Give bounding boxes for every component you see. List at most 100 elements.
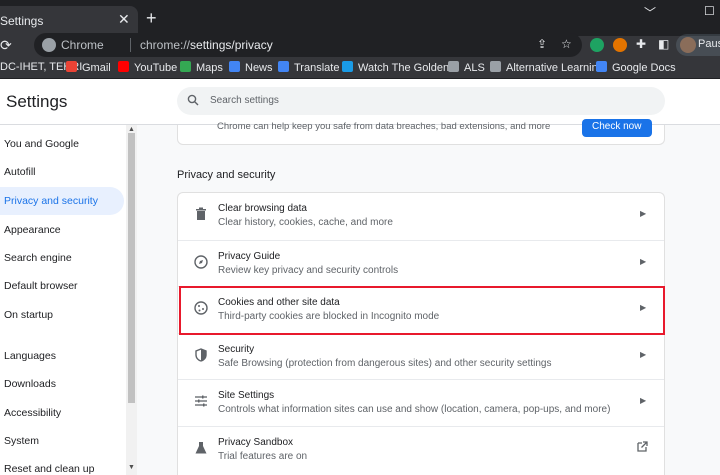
bookmark-icon — [342, 61, 353, 72]
settings-page: Settings Search settings You and Google A… — [0, 80, 720, 475]
bookmark-label: Google Docs — [612, 62, 676, 74]
section-title: Privacy and security — [177, 169, 276, 181]
page-title: Settings — [6, 92, 68, 111]
bookmark-icon — [229, 61, 240, 72]
check-now-button[interactable]: Check now — [582, 119, 652, 137]
bookmark-item[interactable]: Watch The Golden... — [342, 61, 458, 74]
search-placeholder: Search settings — [210, 95, 279, 106]
chevron-right-icon: ▶ — [640, 396, 647, 405]
chip-label: Chrome — [61, 38, 104, 52]
close-icon[interactable]: ✕ — [118, 11, 130, 27]
url-text[interactable]: chrome://settings/privacy — [140, 38, 273, 52]
bookmark-label: ALS — [464, 62, 485, 74]
search-icon — [187, 94, 199, 106]
profile-button[interactable]: Pause — [676, 34, 720, 56]
settings-row-site-settings[interactable]: Site Settings Controls what information s… — [178, 379, 664, 425]
chevron-right-icon: ▶ — [640, 209, 647, 218]
chevron-right-icon: ▶ — [640, 349, 647, 359]
reload-icon[interactable]: ⟳ — [0, 36, 12, 54]
toolbar: ⟳ Chrome chrome://settings/privacy ⇪ ☆ ✚… — [0, 33, 720, 57]
settings-row-privacy-sandbox[interactable]: Privacy Sandbox Trial features are on — [178, 425, 664, 472]
row-title: Clear browsing data — [218, 203, 307, 214]
sidebar-item-autofill[interactable]: Autofill — [0, 158, 124, 186]
bookmark-item[interactable]: Alternative Learnin... — [490, 61, 607, 74]
address-bar[interactable]: Chrome chrome://settings/privacy ⇪ ☆ — [34, 33, 582, 57]
row-title: Site Settings — [218, 390, 275, 401]
scrollbar[interactable]: ▲ ▼ — [126, 125, 137, 475]
bookmark-item[interactable]: Google Docs — [596, 61, 676, 74]
shield-icon — [194, 347, 208, 362]
sidebar-item-accessibility[interactable]: Accessibility — [0, 399, 124, 427]
sidebar-item-system[interactable]: System — [0, 427, 124, 455]
new-tab-button[interactable]: + — [146, 9, 157, 27]
avatar — [680, 37, 696, 53]
row-title: Privacy Guide — [218, 250, 281, 262]
sidebar-item-appearance[interactable]: Appearance — [0, 216, 124, 244]
scroll-down-icon[interactable]: ▼ — [128, 464, 135, 471]
bookmark-label: Watch The Golden... — [358, 62, 459, 74]
sidebar-item-on-startup[interactable]: On startup — [0, 301, 124, 329]
row-subtitle: Review key privacy and security controls — [218, 264, 399, 276]
sidebar-item-you-and-google[interactable]: You and Google — [0, 130, 124, 158]
sidebar-item-search-engine[interactable]: Search engine — [0, 244, 124, 272]
extension-cookie-icon[interactable] — [613, 38, 627, 52]
settings-row-clear-browsing-data[interactable]: Clear browsing data Clear history, cookie… — [178, 193, 664, 239]
compass-icon — [194, 254, 208, 269]
bookmarks-bar: DC-IHET, TEHRI Gmail YouTube Maps News Transl… — [0, 57, 720, 79]
row-title: Privacy Sandbox — [218, 436, 294, 448]
bookmark-label: YouTube — [134, 62, 178, 74]
bookmark-item[interactable]: Gmail — [66, 61, 111, 74]
extension-green-icon[interactable] — [590, 38, 604, 52]
bookmark-label: Maps — [196, 62, 223, 74]
external-link-icon — [636, 440, 648, 455]
bookmark-label: News — [245, 62, 273, 74]
row-subtitle: Controls what information sites can use … — [218, 404, 611, 415]
bookmark-icon — [278, 61, 289, 72]
sidebar: You and Google Autofill Privacy and securi… — [0, 125, 126, 475]
bookmark-item[interactable]: News — [229, 61, 273, 74]
bookmark-item[interactable]: Maps — [180, 61, 223, 74]
search-input[interactable]: Search settings — [177, 87, 665, 115]
bookmark-icon — [118, 61, 129, 72]
settings-row-privacy-guide[interactable]: Privacy Guide Review key privacy and secu… — [178, 239, 664, 286]
bookmark-label: Gmail — [82, 62, 111, 74]
trash-icon — [194, 207, 208, 221]
sidebar-item-downloads[interactable]: Downloads — [0, 370, 124, 398]
bookmark-star-icon[interactable]: ☆ — [561, 37, 572, 51]
bookmark-item[interactable]: ALS — [448, 61, 485, 74]
bookmark-icon — [490, 61, 501, 72]
flask-icon — [194, 441, 208, 455]
chrome-icon — [42, 38, 56, 52]
bookmark-item[interactable]: YouTube — [118, 61, 177, 74]
sidebar-item-privacy-and-security[interactable]: Privacy and security — [0, 187, 124, 215]
profile-label: Pause — [698, 38, 720, 50]
bookmark-label: Translate — [294, 62, 340, 74]
settings-row-security[interactable]: Security Safe Browsing (protection from d… — [178, 332, 664, 379]
safety-check-text: Chrome can help keep you safe from data … — [217, 121, 551, 132]
sliders-icon — [194, 394, 208, 408]
bookmark-icon — [66, 61, 77, 72]
side-panel-icon[interactable]: ◧ — [658, 37, 669, 51]
sidebar-item-reset-and-clean-up[interactable]: Reset and clean up — [0, 455, 124, 475]
sidebar-item-languages[interactable]: Languages — [0, 342, 124, 370]
puzzle-icon[interactable]: ✚ — [636, 37, 646, 51]
maximize-icon[interactable]: ☐ — [704, 4, 715, 18]
share-icon[interactable]: ⇪ — [537, 37, 547, 51]
row-subtitle: Safe Browsing (protection from dangerous… — [218, 357, 552, 369]
tab-strip: Settings ✕ + ﹀ ☐ — [0, 0, 720, 36]
tab-title: Settings — [0, 14, 44, 28]
bookmark-icon — [448, 61, 459, 72]
bookmark-item[interactable]: Translate — [278, 61, 339, 74]
scroll-up-icon[interactable]: ▲ — [128, 126, 135, 133]
sidebar-item-default-browser[interactable]: Default browser — [0, 272, 124, 300]
safety-check-card: Chrome can help keep you safe from data … — [177, 119, 665, 145]
tab-settings[interactable]: Settings ✕ — [0, 6, 138, 36]
scroll-thumb[interactable] — [128, 133, 135, 403]
row-subtitle: Trial features are on — [218, 450, 308, 462]
highlight-box — [179, 286, 665, 335]
chevron-right-icon: ▶ — [640, 256, 647, 266]
row-title: Security — [218, 343, 255, 355]
row-subtitle: Clear history, cookies, cache, and more — [218, 217, 393, 228]
bookmark-icon — [180, 61, 191, 72]
chevron-down-icon[interactable]: ﹀ — [644, 4, 656, 21]
